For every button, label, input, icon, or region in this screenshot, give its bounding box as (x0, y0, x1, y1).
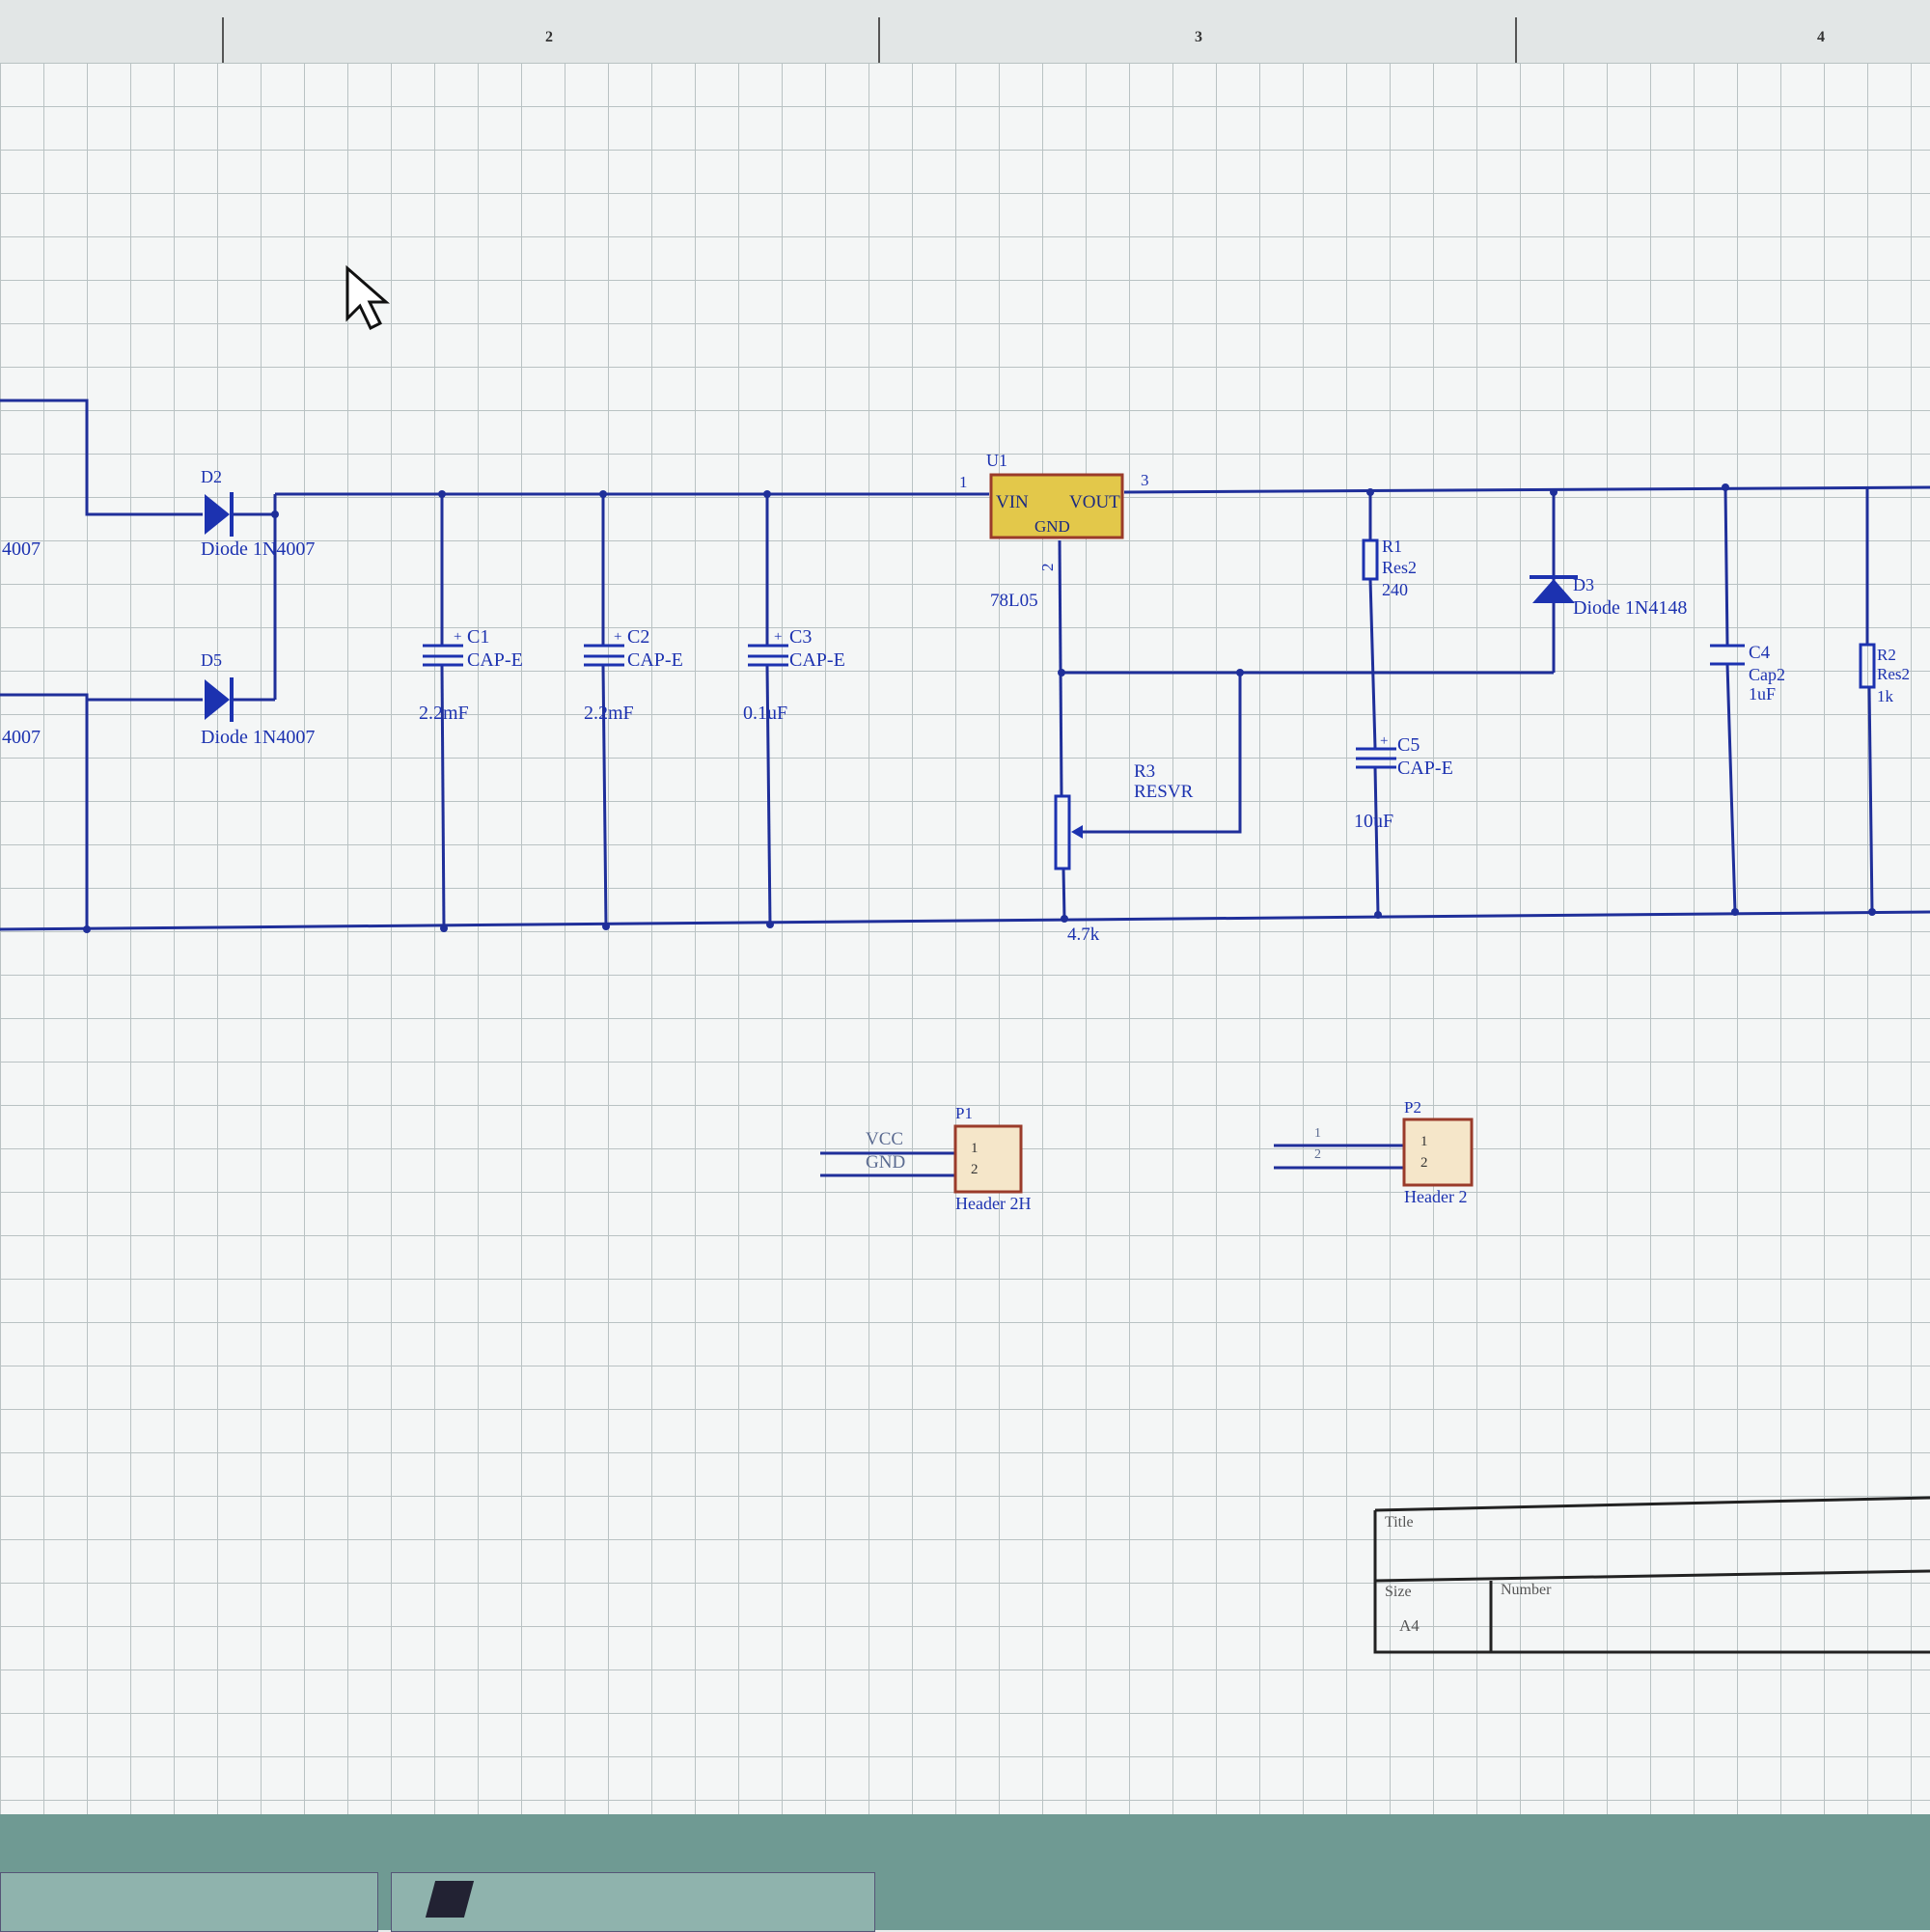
u1-pin1: 1 (959, 473, 968, 491)
d3-ref: D3 (1573, 575, 1594, 594)
c3-type: CAP-E (789, 649, 845, 671)
r3-type: RESVR (1134, 782, 1194, 802)
u1-part: 78L05 (990, 591, 1038, 611)
r1-value: 240 (1382, 580, 1408, 599)
p2-ref: P2 (1404, 1098, 1421, 1117)
u1-pin3: 3 (1141, 471, 1149, 489)
c1-type: CAP-E (467, 649, 523, 671)
p2-pin1: 1 (1420, 1134, 1428, 1149)
c2-type: CAP-E (627, 649, 683, 671)
offscreen-diode-label: 4007 (2, 727, 41, 748)
p2-pin2: 2 (1420, 1155, 1428, 1171)
p1-type: Header 2H (955, 1194, 1031, 1213)
r1-ref: R1 (1382, 537, 1402, 556)
r1-type: Res2 (1382, 558, 1417, 577)
app-icon (425, 1881, 475, 1918)
d2-ref: D2 (201, 467, 222, 486)
u1-vout-label: VOUT (1069, 492, 1120, 512)
c2-ref: C2 (627, 626, 649, 648)
capacitor-c1[interactable]: + C1 CAP-E 2.2mF (419, 626, 523, 724)
wire-vout-rail (1123, 485, 1930, 494)
p2-lead1: 1 (1314, 1126, 1321, 1141)
c3-ref: C3 (789, 626, 812, 648)
c4-type: Cap2 (1749, 665, 1785, 684)
schematic-editor-window: 2 3 4 D2 Diode 1N4007 D5 Diode 1N4007 40… (0, 0, 1930, 1932)
capacitor-c5[interactable]: + C5 CAP-E 10uF (1354, 733, 1453, 832)
title-block-size-label: Size (1385, 1584, 1412, 1600)
diode-d3[interactable]: D3 Diode 1N4148 (1530, 575, 1687, 673)
r2-type: Res2 (1877, 665, 1910, 683)
r2-ref: R2 (1877, 646, 1896, 664)
p2-type: Header 2 (1404, 1187, 1467, 1206)
c2-value: 2.2mF (584, 703, 634, 724)
junctions (83, 483, 1876, 933)
taskbar (0, 1814, 1930, 1932)
p1-pin1: 1 (971, 1141, 979, 1156)
potentiometer-r3[interactable]: R3 RESVR 4.7k (1054, 761, 1194, 945)
taskbar-button[interactable] (0, 1872, 378, 1932)
u1-gnd-label: GND (1034, 517, 1070, 536)
wire-ground-rail (0, 910, 1930, 931)
wires (0, 399, 1930, 1177)
c1-ref: C1 (467, 626, 489, 648)
capacitor-c2[interactable]: + C2 CAP-E 2.2mF (584, 626, 683, 724)
svg-text:+: + (454, 629, 461, 645)
p1-net-gnd: GND (866, 1152, 905, 1173)
d2-value: Diode 1N4007 (201, 538, 315, 560)
capacitor-c3[interactable]: + C3 CAP-E 0.1uF (743, 626, 845, 724)
capacitor-c4[interactable]: C4 Cap2 1uF (1710, 643, 1785, 704)
d5-ref: D5 (201, 650, 222, 670)
title-block-title-label: Title (1385, 1514, 1414, 1531)
r2-value: 1k (1877, 687, 1894, 705)
r3-value: 4.7k (1067, 925, 1100, 945)
title-block-number-label: Number (1501, 1582, 1552, 1598)
d3-value: Diode 1N4148 (1573, 597, 1687, 619)
c5-type: CAP-E (1397, 758, 1453, 779)
d5-value: Diode 1N4007 (201, 727, 315, 748)
c4-ref: C4 (1749, 643, 1771, 663)
svg-text:+: + (1380, 733, 1388, 749)
c3-value: 0.1uF (743, 703, 787, 724)
wire-wiper (1062, 671, 1242, 834)
taskbar-button-active[interactable] (391, 1872, 875, 1932)
r3-ref: R3 (1134, 761, 1155, 782)
wire (0, 399, 203, 516)
u1-pin2: 2 (1038, 564, 1057, 572)
p1-ref: P1 (955, 1104, 973, 1122)
u1-vin-label: VIN (996, 492, 1029, 512)
svg-text:+: + (774, 629, 782, 645)
mouse-pointer-icon (345, 264, 390, 331)
c4-value: 1uF (1749, 684, 1776, 704)
c5-value: 10uF (1354, 811, 1393, 832)
title-block-size-value: A4 (1399, 1616, 1420, 1635)
c5-ref: C5 (1397, 734, 1420, 756)
title-block[interactable]: Title Size A4 Number (1373, 1496, 1930, 1654)
c1-value: 2.2mF (419, 703, 469, 724)
header-p2[interactable]: P2 1 2 1 2 Header 2 (1314, 1098, 1474, 1206)
header-p1[interactable]: P1 1 2 VCC GND Header 2H (866, 1104, 1031, 1213)
p1-net-vcc: VCC (866, 1129, 903, 1149)
p1-pin2: 2 (971, 1162, 979, 1177)
u1-ref: U1 (986, 451, 1007, 470)
svg-text:+: + (614, 629, 621, 645)
schematic-drawing[interactable]: D2 Diode 1N4007 D5 Diode 1N4007 4007 400… (0, 0, 1930, 1930)
p2-lead2: 2 (1314, 1147, 1321, 1162)
offscreen-diode-label: 4007 (2, 538, 41, 560)
regulator-u1[interactable]: U1 1 3 2 VIN VOUT GND 78L05 (959, 451, 1149, 611)
